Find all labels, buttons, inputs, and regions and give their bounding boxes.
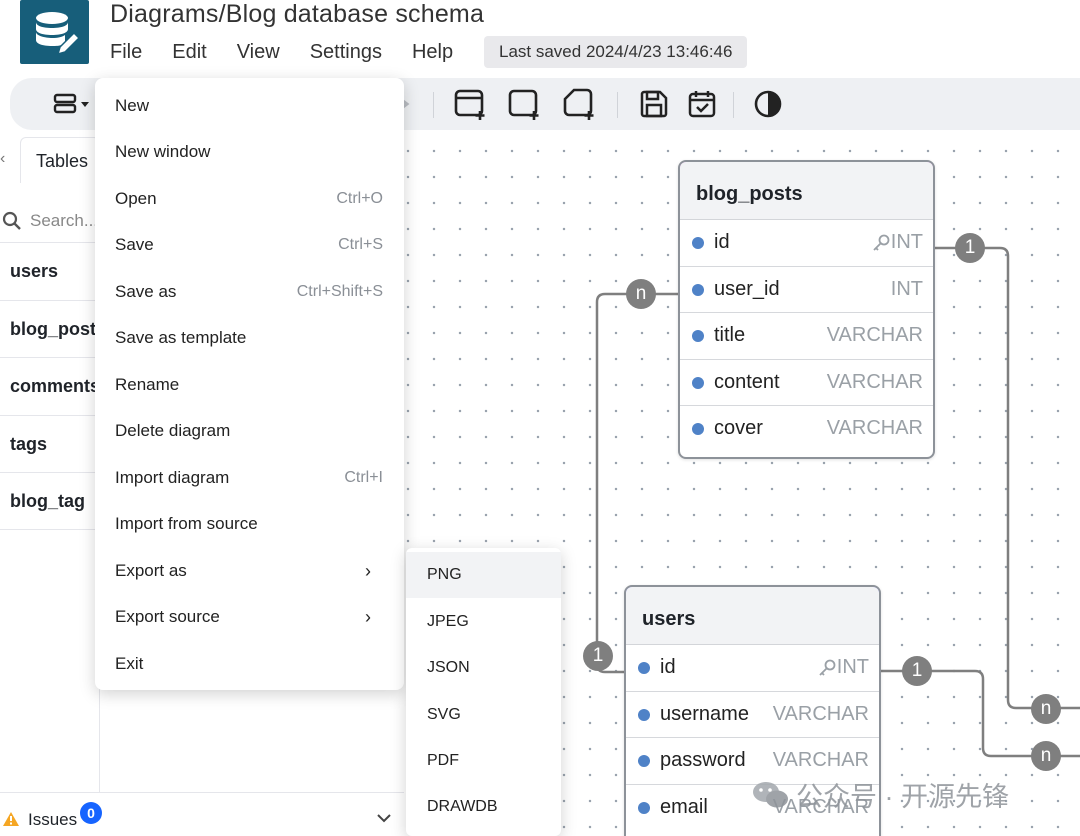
menu-item-label: Export as: [115, 561, 187, 580]
watermark: 公众号 · 开源先锋: [752, 775, 1009, 814]
menu-item-save[interactable]: Save Ctrl+S: [115, 233, 385, 257]
menu-item-label: Save as: [115, 282, 177, 301]
relation-cardinality-one[interactable]: 1: [955, 233, 985, 263]
key-icon: [873, 234, 890, 251]
field-name: username: [660, 702, 749, 725]
relation-cardinality-many[interactable]: n: [626, 279, 656, 309]
menu-item-label: Exit: [115, 654, 144, 673]
field-name: password: [660, 749, 746, 771]
menu-item-label: Rename: [115, 375, 180, 394]
field-handle[interactable]: [692, 237, 704, 249]
field-name: cover: [714, 417, 763, 439]
field-type: INT: [890, 277, 923, 300]
issues-count-badge: 0: [80, 802, 102, 824]
field-row[interactable]: id INT: [680, 220, 933, 267]
export-jpeg[interactable]: JPEG: [406, 599, 561, 645]
menu-item-label: New: [115, 96, 150, 115]
field-row[interactable]: title VARCHAR: [680, 313, 933, 360]
export-png[interactable]: PNG: [406, 552, 561, 598]
field-type: INT: [836, 656, 869, 678]
menu-item-label: Open: [115, 189, 157, 208]
menu-item-import-diagram[interactable]: Import diagram Ctrl+I: [115, 466, 385, 490]
wechat-icon: [753, 782, 788, 808]
issues-panel[interactable]: Issues 0: [0, 792, 404, 836]
issues-label: Issues: [28, 810, 78, 829]
menu-item-import-from-source[interactable]: Import from source: [115, 512, 385, 536]
menu-item-label: Import diagram: [115, 468, 230, 487]
chevron-down-icon[interactable]: [376, 813, 392, 823]
menu-item-new[interactable]: New: [115, 94, 385, 118]
menu-item-label: Save as template: [115, 328, 247, 347]
menu-item-export-source[interactable]: Export source ›: [115, 605, 385, 629]
field-type: VARCHAR: [826, 370, 923, 393]
file-menu: New New window Open Ctrl+O Save Ctrl+S Sav…: [95, 78, 404, 690]
shortcut-label: Ctrl+S: [338, 236, 383, 253]
field-type: VARCHAR: [826, 417, 923, 439]
table-header[interactable]: blog_posts: [680, 162, 933, 220]
table-header[interactable]: users: [626, 587, 879, 645]
export-pdf[interactable]: PDF: [406, 738, 561, 784]
field-name: user_id: [714, 277, 780, 300]
field-handle[interactable]: [692, 423, 704, 435]
field-handle[interactable]: [692, 330, 704, 342]
menu-item-label: Import from source: [115, 514, 258, 533]
field-handle[interactable]: [638, 801, 650, 814]
relation-cardinality-one[interactable]: 1: [583, 641, 613, 671]
shortcut-label: Ctrl+O: [336, 190, 383, 207]
field-type: INT: [890, 231, 923, 253]
menu-item-label: Delete diagram: [115, 421, 231, 440]
relation-cardinality-many[interactable]: n: [1031, 741, 1061, 771]
key-icon: [819, 659, 836, 676]
field-type: VARCHAR: [772, 702, 869, 725]
field-handle[interactable]: [692, 376, 704, 389]
field-row[interactable]: cover VARCHAR: [680, 406, 933, 453]
field-name: email: [660, 795, 708, 818]
chevron-right-icon: ›: [365, 561, 371, 581]
field-row[interactable]: content VARCHAR: [680, 360, 933, 406]
field-name: id: [714, 231, 730, 253]
relation-cardinality-many[interactable]: n: [1031, 694, 1061, 724]
field-handle[interactable]: [638, 755, 650, 767]
export-drawdb[interactable]: DRAWDB: [406, 784, 561, 830]
warning-icon: [3, 812, 19, 826]
relation-cardinality-one[interactable]: 1: [902, 656, 932, 686]
menu-item-save-as[interactable]: Save as Ctrl+Shift+S: [115, 280, 385, 304]
shortcut-label: Ctrl+I: [344, 469, 383, 486]
menu-item-rename[interactable]: Rename: [115, 373, 385, 397]
field-row[interactable]: user_id INT: [680, 267, 933, 313]
field-type: VARCHAR: [826, 324, 923, 346]
field-name: title: [714, 324, 746, 346]
table-blog-posts[interactable]: blog_posts id INT user_id INT title VARC…: [678, 160, 935, 459]
shortcut-label: Ctrl+Shift+S: [296, 283, 383, 300]
export-json[interactable]: JSON: [406, 645, 561, 691]
field-row[interactable]: id INT: [626, 645, 879, 692]
export-submenu: PNG JPEG JSON SVG PDF DRAWDB: [406, 548, 561, 836]
menu-item-open[interactable]: Open Ctrl+O: [115, 187, 385, 211]
field-row[interactable]: username VARCHAR: [626, 692, 879, 738]
chevron-right-icon: ›: [365, 607, 371, 627]
menu-item-exit[interactable]: Exit: [115, 652, 385, 676]
menu-item-label: Export source: [115, 607, 220, 626]
menu-item-new-window[interactable]: New window: [115, 140, 385, 164]
field-name: content: [714, 370, 780, 393]
field-handle[interactable]: [692, 283, 704, 296]
export-svg[interactable]: SVG: [406, 692, 561, 738]
menu-item-label: Save: [115, 235, 154, 254]
watermark-text: 公众号 · 开源先锋: [796, 782, 1009, 812]
menu-item-delete-diagram[interactable]: Delete diagram: [115, 419, 385, 443]
menu-item-label: New window: [115, 142, 211, 161]
field-type: VARCHAR: [772, 749, 869, 771]
field-handle[interactable]: [638, 708, 650, 721]
menu-item-save-as-template[interactable]: Save as template: [115, 326, 385, 350]
field-name: id: [660, 656, 676, 678]
field-handle[interactable]: [638, 662, 650, 674]
menu-item-export-as[interactable]: Export as ›: [115, 559, 385, 583]
